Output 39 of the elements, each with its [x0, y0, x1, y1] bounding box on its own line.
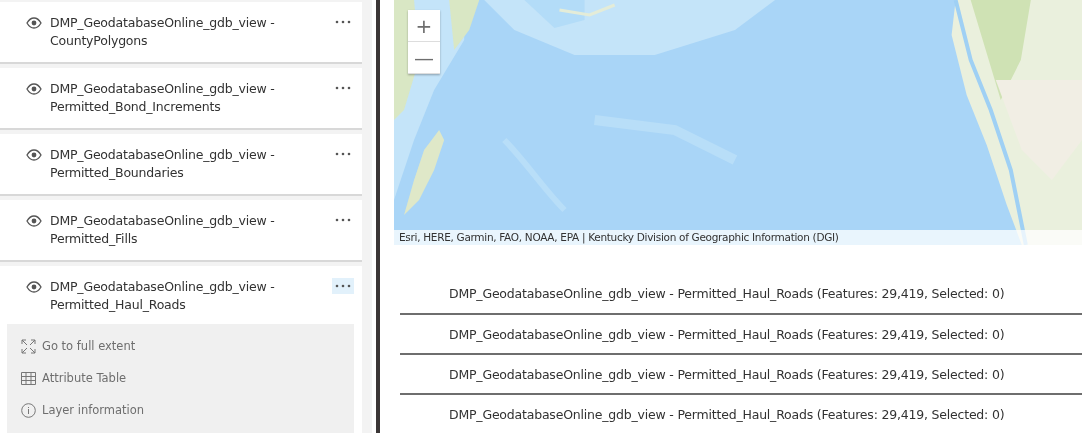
layer-title: DMP_GeodatabaseOnline_gdb_view -	[50, 80, 276, 98]
menu-item[interactable]: Go to full extent	[21, 330, 340, 362]
eye-icon[interactable]	[26, 83, 42, 95]
layer-title: CountyPolygons	[50, 32, 149, 50]
table-title[interactable]: DMP_GeodatabaseOnline_gdb_view - Permitted_Haul_Roads (Features: 29,419, Selected: 0)	[400, 355, 1082, 395]
menu-item[interactable]: Attribute Table	[21, 362, 340, 394]
zoom-out-button[interactable]: —	[408, 42, 440, 74]
layer-card[interactable]: DMP_GeodatabaseOnline_gdb_view - Permitted_Boundaries	[0, 134, 362, 196]
table-title[interactable]: DMP_GeodatabaseOnline_gdb_view - Permitted_Haul_Roads (Features: 29,419, Selected: 0)	[400, 315, 1082, 355]
layer-title: DMP_GeodatabaseOnline_gdb_view -	[50, 278, 276, 296]
eye-icon[interactable]	[26, 215, 42, 227]
layer-title: Permitted_Bond_Increments	[50, 98, 222, 116]
layer-title: Permitted_Boundaries	[50, 164, 185, 182]
table-title[interactable]: DMP_GeodatabaseOnline_gdb_view - Permitted_Haul_Roads (Features: 29,419, Selected: 0)	[400, 395, 1082, 433]
layer-card[interactable]: DMP_GeodatabaseOnline_gdb_view - Permitted_Bond_Increments	[0, 68, 362, 130]
more-icon	[335, 20, 351, 24]
more-icon	[335, 86, 351, 90]
menu-item[interactable]: Layer information	[21, 394, 340, 426]
map-attribution: Esri, HERE, Garmin, FAO, NOAA, EPA | Kentucky Division of Geographic Information (DGI)	[394, 230, 1082, 245]
expand-icon	[21, 338, 36, 354]
info-icon	[21, 402, 36, 418]
layer-title: Permitted_Haul_Roads	[50, 296, 187, 314]
layer-title: DMP_GeodatabaseOnline_gdb_view -	[50, 14, 276, 32]
zoom-in-button[interactable]: +	[408, 10, 440, 42]
table-title[interactable]: DMP_GeodatabaseOnline_gdb_view - Permitted_Haul_Roads (Features: 29,419, Selected: 0)	[400, 269, 1082, 315]
table-icon	[21, 371, 36, 385]
layer-title: DMP_GeodatabaseOnline_gdb_view -	[50, 146, 276, 164]
eye-icon[interactable]	[26, 281, 42, 293]
layer-card[interactable]: DMP_GeodatabaseOnline_gdb_view - CountyPolygons	[0, 2, 362, 64]
eye-icon[interactable]	[26, 149, 42, 161]
layer-card[interactable]: DMP_GeodatabaseOnline_gdb_view - Permitted_Haul_Roads Go to full extent Attribute Table Layer information	[0, 266, 362, 433]
layer-card[interactable]: DMP_GeodatabaseOnline_gdb_view - Permitted_Fills	[0, 200, 362, 262]
eye-icon[interactable]	[26, 17, 42, 29]
layer-title: DMP_GeodatabaseOnline_gdb_view -	[50, 212, 276, 230]
more-icon	[335, 284, 351, 288]
more-icon	[335, 152, 351, 156]
layer-title: Permitted_Fills	[50, 230, 139, 248]
more-icon	[335, 218, 351, 222]
options-button[interactable]	[332, 278, 354, 294]
